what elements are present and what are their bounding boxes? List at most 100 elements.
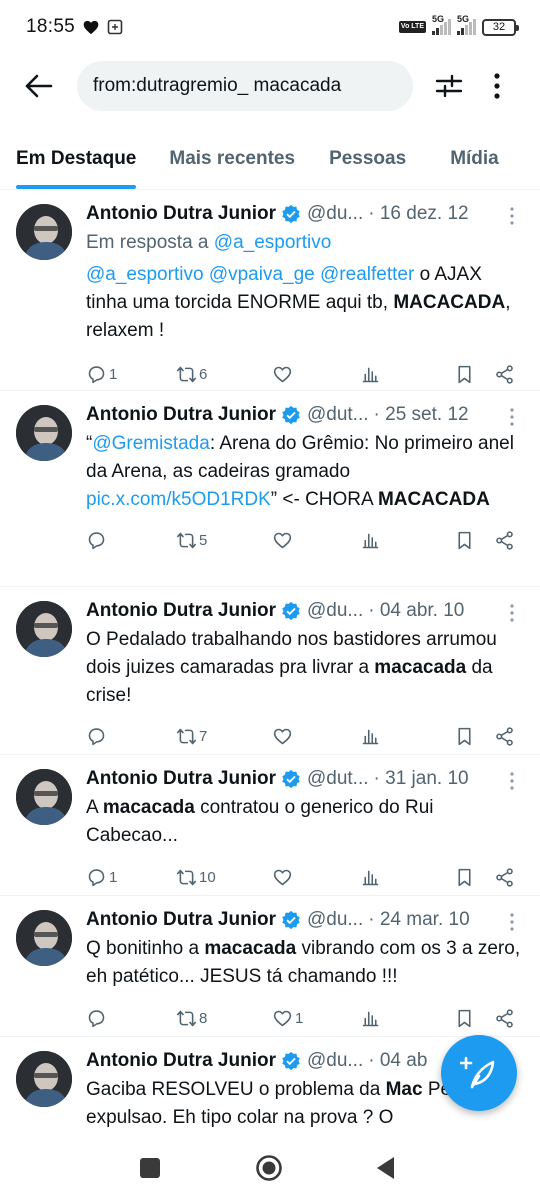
avatar[interactable] [16,601,72,657]
status-time: 18:55 [26,16,76,37]
tweet[interactable]: Antonio Dutra Junior @du... · 16 dez. 12… [0,190,540,391]
tweet-actions: 1 6 [86,353,526,395]
bookmark-button[interactable] [454,1008,475,1029]
reply-button[interactable]: 1 [86,867,117,888]
bookmark-button[interactable] [454,726,475,747]
share-button[interactable] [494,364,515,385]
mention-link[interactable]: @vpaiva_ge [209,264,315,285]
reply-button[interactable] [86,1008,109,1029]
like-button[interactable] [272,726,295,747]
reply-icon [88,868,105,886]
tweet-date[interactable]: · 31 jan. 10 [374,768,469,790]
share-button[interactable] [494,726,515,747]
author-handle[interactable]: @du... [307,600,363,622]
tweet[interactable]: Antonio Dutra Junior @du... · 24 mar. 10… [0,896,540,1037]
recents-button[interactable] [140,1158,160,1178]
tweet-date[interactable]: · 16 dez. 12 [368,203,468,225]
bookmark-button[interactable] [454,867,475,888]
like-button[interactable] [272,364,295,385]
author-name[interactable]: Antonio Dutra Junior [86,909,276,931]
bookmark-button[interactable] [454,530,475,551]
mention-link[interactable]: @a_esportivo [214,232,332,253]
author-name[interactable]: Antonio Dutra Junior [86,203,276,225]
retweet-button[interactable]: 10 [176,867,216,888]
views-button[interactable] [360,364,381,385]
avatar[interactable] [16,910,72,966]
tweet-date[interactable]: · 25 set. 12 [374,404,469,426]
views-icon [362,367,379,382]
media-link[interactable]: pic.x.com/k5OD1RDK [86,489,271,510]
tweet-actions: 1 10 [86,856,526,898]
retweet-button[interactable]: 8 [176,1008,207,1029]
tweet[interactable]: Antonio Dutra Junior @du... · 04 abr. 10… [0,587,540,755]
tweet-menu-icon[interactable] [504,206,520,226]
share-button[interactable] [494,1008,515,1029]
tweet[interactable]: Antonio Dutra Junior @dut... · 31 jan. 1… [0,755,540,896]
tweet-date[interactable]: · 04 abr. 10 [368,600,464,622]
tab-mais-recentes[interactable]: Mais recentes [169,136,295,189]
mention-link[interactable]: @realfetter [320,264,414,285]
avatar[interactable] [16,1051,72,1107]
mention-link[interactable]: @a_esportivo [86,264,204,285]
author-handle[interactable]: @dut... [307,404,369,426]
retweet-icon [176,366,197,382]
like-button[interactable] [272,530,295,551]
compose-button[interactable] [441,1035,517,1111]
views-icon [362,1011,379,1026]
avatar[interactable] [16,204,72,260]
views-button[interactable] [360,867,381,888]
views-button[interactable] [360,1008,381,1029]
author-handle[interactable]: @du... [307,203,363,225]
tweet-menu-icon[interactable] [504,407,520,427]
back-arrow-icon [25,74,53,98]
author-name[interactable]: Antonio Dutra Junior [86,1050,276,1072]
retweet-icon [176,869,197,885]
tab-midia[interactable]: Mídia [450,136,499,189]
tweet-actions: 8 1 [86,997,526,1039]
back-button[interactable] [19,66,59,106]
author-name[interactable]: Antonio Dutra Junior [86,404,276,426]
tweet-menu-icon[interactable] [504,771,520,791]
retweet-button[interactable]: 7 [176,726,207,747]
search-input[interactable]: from:dutragremio_ macacada [77,61,413,111]
reply-button[interactable]: 1 [86,364,117,385]
tab-pessoas[interactable]: Pessoas [329,136,406,189]
retweet-icon [176,728,197,744]
tab-em-destaque[interactable]: Em Destaque [16,136,137,189]
reply-button[interactable] [86,726,109,747]
bookmark-button[interactable] [454,364,475,385]
views-button[interactable] [360,530,381,551]
retweet-button[interactable]: 5 [176,530,207,551]
tweet-menu-icon[interactable] [504,603,520,623]
nav-back-button[interactable] [374,1155,396,1181]
author-name[interactable]: Antonio Dutra Junior [86,600,276,622]
status-bar: 18:55 Vo LTE 5G 5G 32 [0,0,540,54]
author-name[interactable]: Antonio Dutra Junior [86,768,276,790]
author-handle[interactable]: @dut... [307,768,369,790]
avatar[interactable] [16,769,72,825]
tweet-date[interactable]: · 04 ab [368,1050,427,1072]
retweet-icon [176,532,197,548]
tweet-date[interactable]: · 24 mar. 10 [368,909,469,931]
share-button[interactable] [494,867,515,888]
home-button[interactable] [255,1154,283,1182]
views-button[interactable] [360,726,381,747]
author-handle[interactable]: @du... [307,909,363,931]
more-options-button[interactable] [485,66,509,106]
reply-button[interactable] [86,530,109,551]
like-button[interactable]: 1 [272,1008,303,1029]
avatar[interactable] [16,405,72,461]
tweet-menu-icon[interactable] [504,912,520,932]
mention-link[interactable]: @Gremistada [92,433,210,454]
system-nav-bar [0,1138,540,1199]
author-handle[interactable]: @du... [307,1050,363,1072]
filter-button[interactable] [429,66,469,106]
compose-icon [460,1056,495,1089]
like-button[interactable] [272,867,295,888]
share-button[interactable] [494,530,515,551]
retweet-icon [176,1010,197,1026]
search-tabs: Em Destaque Mais recentes Pessoas Mídia [0,136,540,190]
retweet-button[interactable]: 6 [176,364,207,385]
tweet[interactable]: Antonio Dutra Junior @dut... · 25 set. 1… [0,391,540,587]
reply-context: Em resposta a @a_esportivo [86,232,332,253]
